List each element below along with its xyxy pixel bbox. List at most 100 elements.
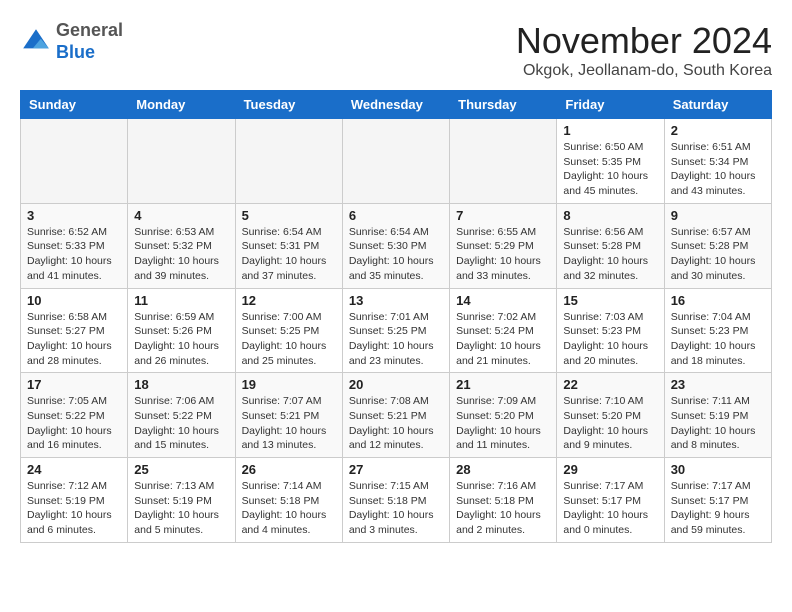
calendar-day: 23 Sunrise: 7:11 AMSunset: 5:19 PMDaylig…	[664, 373, 771, 458]
day-info: Sunrise: 7:08 AMSunset: 5:21 PMDaylight:…	[349, 395, 434, 451]
calendar-day: 27 Sunrise: 7:15 AMSunset: 5:18 PMDaylig…	[342, 458, 449, 543]
weekday-header-thursday: Thursday	[450, 91, 557, 119]
calendar-day: 13 Sunrise: 7:01 AMSunset: 5:25 PMDaylig…	[342, 288, 449, 373]
day-info: Sunrise: 6:55 AMSunset: 5:29 PMDaylight:…	[456, 226, 541, 282]
day-info: Sunrise: 7:16 AMSunset: 5:18 PMDaylight:…	[456, 480, 541, 536]
day-number: 7	[456, 208, 550, 223]
calendar-day: 18 Sunrise: 7:06 AMSunset: 5:22 PMDaylig…	[128, 373, 235, 458]
day-number: 2	[671, 123, 765, 138]
day-info: Sunrise: 7:06 AMSunset: 5:22 PMDaylight:…	[134, 395, 219, 451]
day-info: Sunrise: 6:57 AMSunset: 5:28 PMDaylight:…	[671, 226, 756, 282]
day-number: 5	[242, 208, 336, 223]
weekday-header-row: SundayMondayTuesdayWednesdayThursdayFrid…	[21, 91, 772, 119]
day-number: 17	[27, 377, 121, 392]
calendar-day: 7 Sunrise: 6:55 AMSunset: 5:29 PMDayligh…	[450, 203, 557, 288]
day-info: Sunrise: 7:15 AMSunset: 5:18 PMDaylight:…	[349, 480, 434, 536]
calendar-day: 5 Sunrise: 6:54 AMSunset: 5:31 PMDayligh…	[235, 203, 342, 288]
calendar-week-2: 3 Sunrise: 6:52 AMSunset: 5:33 PMDayligh…	[21, 203, 772, 288]
day-number: 28	[456, 462, 550, 477]
day-number: 15	[563, 293, 657, 308]
day-number: 22	[563, 377, 657, 392]
calendar-day: 30 Sunrise: 7:17 AMSunset: 5:17 PMDaylig…	[664, 458, 771, 543]
day-number: 16	[671, 293, 765, 308]
day-number: 13	[349, 293, 443, 308]
title-section: November 2024 Okgok, Jeollanam-do, South…	[516, 20, 772, 80]
calendar-day: 29 Sunrise: 7:17 AMSunset: 5:17 PMDaylig…	[557, 458, 664, 543]
day-number: 27	[349, 462, 443, 477]
day-info: Sunrise: 6:52 AMSunset: 5:33 PMDaylight:…	[27, 226, 112, 282]
day-info: Sunrise: 7:07 AMSunset: 5:21 PMDaylight:…	[242, 395, 327, 451]
calendar-day: 21 Sunrise: 7:09 AMSunset: 5:20 PMDaylig…	[450, 373, 557, 458]
day-number: 18	[134, 377, 228, 392]
day-number: 20	[349, 377, 443, 392]
calendar-day: 11 Sunrise: 6:59 AMSunset: 5:26 PMDaylig…	[128, 288, 235, 373]
calendar-day: 25 Sunrise: 7:13 AMSunset: 5:19 PMDaylig…	[128, 458, 235, 543]
calendar-day	[128, 119, 235, 204]
logo-general-text: General	[56, 20, 123, 40]
calendar-day: 1 Sunrise: 6:50 AMSunset: 5:35 PMDayligh…	[557, 119, 664, 204]
logo[interactable]: General Blue	[20, 20, 123, 63]
calendar-day: 20 Sunrise: 7:08 AMSunset: 5:21 PMDaylig…	[342, 373, 449, 458]
calendar-day: 6 Sunrise: 6:54 AMSunset: 5:30 PMDayligh…	[342, 203, 449, 288]
calendar-day: 9 Sunrise: 6:57 AMSunset: 5:28 PMDayligh…	[664, 203, 771, 288]
calendar-day	[21, 119, 128, 204]
day-info: Sunrise: 6:51 AMSunset: 5:34 PMDaylight:…	[671, 141, 756, 197]
calendar-day: 17 Sunrise: 7:05 AMSunset: 5:22 PMDaylig…	[21, 373, 128, 458]
calendar-day: 8 Sunrise: 6:56 AMSunset: 5:28 PMDayligh…	[557, 203, 664, 288]
calendar-day: 10 Sunrise: 6:58 AMSunset: 5:27 PMDaylig…	[21, 288, 128, 373]
day-info: Sunrise: 7:01 AMSunset: 5:25 PMDaylight:…	[349, 311, 434, 367]
day-number: 14	[456, 293, 550, 308]
calendar-day	[342, 119, 449, 204]
location-text: Okgok, Jeollanam-do, South Korea	[516, 62, 772, 80]
day-info: Sunrise: 7:05 AMSunset: 5:22 PMDaylight:…	[27, 395, 112, 451]
month-title: November 2024	[516, 20, 772, 62]
logo-icon	[20, 26, 52, 58]
day-number: 10	[27, 293, 121, 308]
calendar-day: 15 Sunrise: 7:03 AMSunset: 5:23 PMDaylig…	[557, 288, 664, 373]
day-info: Sunrise: 6:58 AMSunset: 5:27 PMDaylight:…	[27, 311, 112, 367]
day-info: Sunrise: 6:54 AMSunset: 5:30 PMDaylight:…	[349, 226, 434, 282]
calendar-day: 4 Sunrise: 6:53 AMSunset: 5:32 PMDayligh…	[128, 203, 235, 288]
calendar-day	[450, 119, 557, 204]
day-number: 21	[456, 377, 550, 392]
day-info: Sunrise: 7:13 AMSunset: 5:19 PMDaylight:…	[134, 480, 219, 536]
weekday-header-monday: Monday	[128, 91, 235, 119]
calendar-day: 14 Sunrise: 7:02 AMSunset: 5:24 PMDaylig…	[450, 288, 557, 373]
calendar-day: 3 Sunrise: 6:52 AMSunset: 5:33 PMDayligh…	[21, 203, 128, 288]
day-number: 3	[27, 208, 121, 223]
day-number: 8	[563, 208, 657, 223]
calendar-week-1: 1 Sunrise: 6:50 AMSunset: 5:35 PMDayligh…	[21, 119, 772, 204]
calendar-week-5: 24 Sunrise: 7:12 AMSunset: 5:19 PMDaylig…	[21, 458, 772, 543]
day-info: Sunrise: 6:54 AMSunset: 5:31 PMDaylight:…	[242, 226, 327, 282]
day-info: Sunrise: 7:12 AMSunset: 5:19 PMDaylight:…	[27, 480, 112, 536]
day-info: Sunrise: 7:17 AMSunset: 5:17 PMDaylight:…	[563, 480, 648, 536]
calendar-day: 2 Sunrise: 6:51 AMSunset: 5:34 PMDayligh…	[664, 119, 771, 204]
calendar-week-3: 10 Sunrise: 6:58 AMSunset: 5:27 PMDaylig…	[21, 288, 772, 373]
day-info: Sunrise: 7:11 AMSunset: 5:19 PMDaylight:…	[671, 395, 756, 451]
day-info: Sunrise: 7:14 AMSunset: 5:18 PMDaylight:…	[242, 480, 327, 536]
day-number: 26	[242, 462, 336, 477]
day-number: 12	[242, 293, 336, 308]
calendar-day: 12 Sunrise: 7:00 AMSunset: 5:25 PMDaylig…	[235, 288, 342, 373]
day-info: Sunrise: 7:03 AMSunset: 5:23 PMDaylight:…	[563, 311, 648, 367]
day-info: Sunrise: 7:04 AMSunset: 5:23 PMDaylight:…	[671, 311, 756, 367]
day-number: 1	[563, 123, 657, 138]
calendar-day: 24 Sunrise: 7:12 AMSunset: 5:19 PMDaylig…	[21, 458, 128, 543]
calendar-day: 28 Sunrise: 7:16 AMSunset: 5:18 PMDaylig…	[450, 458, 557, 543]
day-number: 19	[242, 377, 336, 392]
day-info: Sunrise: 6:56 AMSunset: 5:28 PMDaylight:…	[563, 226, 648, 282]
weekday-header-friday: Friday	[557, 91, 664, 119]
calendar-day	[235, 119, 342, 204]
calendar-day: 22 Sunrise: 7:10 AMSunset: 5:20 PMDaylig…	[557, 373, 664, 458]
calendar-day: 26 Sunrise: 7:14 AMSunset: 5:18 PMDaylig…	[235, 458, 342, 543]
calendar-day: 19 Sunrise: 7:07 AMSunset: 5:21 PMDaylig…	[235, 373, 342, 458]
calendar-day: 16 Sunrise: 7:04 AMSunset: 5:23 PMDaylig…	[664, 288, 771, 373]
day-info: Sunrise: 7:02 AMSunset: 5:24 PMDaylight:…	[456, 311, 541, 367]
day-info: Sunrise: 6:50 AMSunset: 5:35 PMDaylight:…	[563, 141, 648, 197]
day-number: 29	[563, 462, 657, 477]
day-number: 11	[134, 293, 228, 308]
day-number: 23	[671, 377, 765, 392]
weekday-header-wednesday: Wednesday	[342, 91, 449, 119]
calendar-table: SundayMondayTuesdayWednesdayThursdayFrid…	[20, 90, 772, 543]
day-info: Sunrise: 7:00 AMSunset: 5:25 PMDaylight:…	[242, 311, 327, 367]
